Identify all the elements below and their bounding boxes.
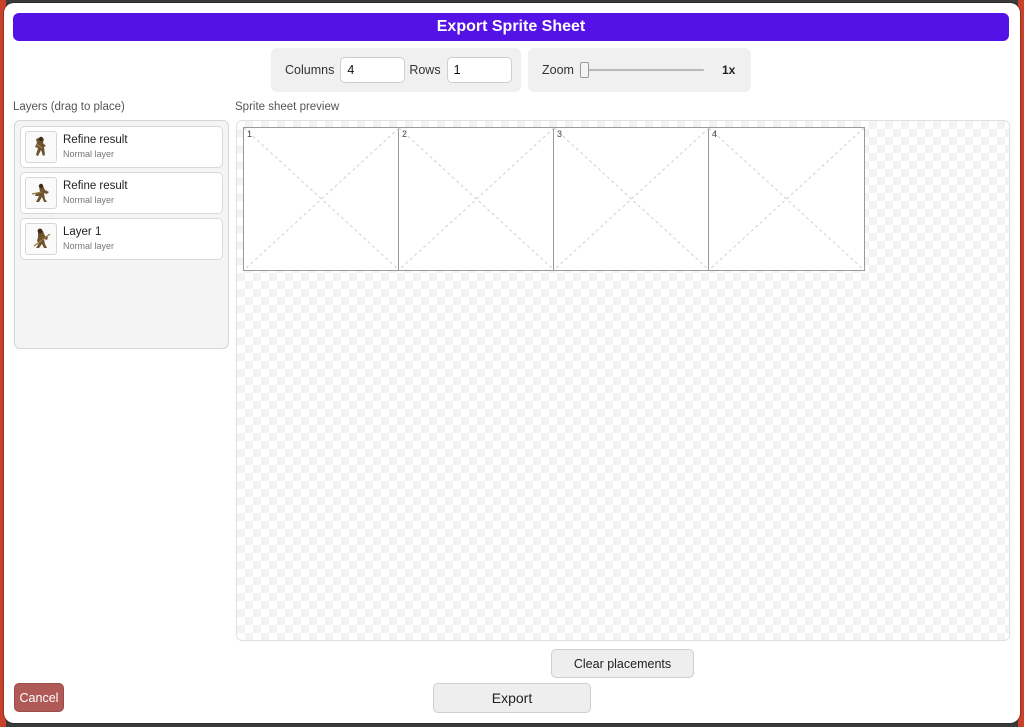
columns-input[interactable]: 4: [340, 57, 406, 83]
zoom-panel: Zoom 1x: [528, 48, 751, 92]
sprite-cell[interactable]: 2: [399, 128, 554, 270]
cell-number: 4: [712, 129, 718, 139]
layer-item[interactable]: Refine result Normal layer: [20, 172, 223, 214]
sprite-thumbnail-icon: [25, 177, 57, 209]
layer-type: Normal layer: [63, 241, 115, 251]
cancel-button[interactable]: Cancel: [14, 683, 64, 712]
export-sprite-sheet-dialog: Export Sprite Sheet Columns 4 Rows 1 Zoo…: [4, 3, 1020, 723]
export-button[interactable]: Export: [433, 683, 591, 713]
rows-label: Rows: [409, 63, 441, 77]
grid-settings-panel: Columns 4 Rows 1: [271, 48, 521, 92]
preview-section-label: Sprite sheet preview: [235, 101, 340, 113]
sprite-thumbnail-icon: [25, 223, 57, 255]
layers-list: Refine result Normal layer Refine result…: [14, 120, 229, 349]
layer-type: Normal layer: [63, 195, 115, 205]
sprite-grid: 1 2 3 4: [243, 127, 865, 271]
sprite-sheet-preview[interactable]: 1 2 3 4: [236, 120, 1010, 641]
clear-placements-button[interactable]: Clear placements: [551, 649, 694, 678]
cell-number: 2: [402, 129, 408, 139]
cell-number: 1: [247, 129, 253, 139]
layer-name: Refine result: [63, 180, 128, 192]
empty-cell-cross-icon: [554, 128, 709, 270]
empty-cell-cross-icon: [399, 128, 554, 270]
layer-name: Refine result: [63, 134, 128, 146]
cell-number: 3: [557, 129, 563, 139]
sprite-thumbnail-icon: [25, 131, 57, 163]
zoom-label: Zoom: [542, 63, 574, 77]
empty-cell-cross-icon: [244, 128, 399, 270]
zoom-slider[interactable]: [579, 62, 704, 78]
layers-section-label: Layers (drag to place): [13, 101, 125, 113]
layer-item[interactable]: Refine result Normal layer: [20, 126, 223, 168]
zoom-value: 1x: [721, 63, 736, 77]
layer-item[interactable]: Layer 1 Normal layer: [20, 218, 223, 260]
rows-input[interactable]: 1: [446, 57, 512, 83]
zoom-slider-thumb[interactable]: [579, 62, 589, 78]
columns-label: Columns: [285, 63, 335, 77]
zoom-slider-track: [579, 69, 704, 71]
layer-name: Layer 1: [63, 226, 102, 238]
sprite-cell[interactable]: 3: [554, 128, 709, 270]
layer-type: Normal layer: [63, 149, 115, 159]
dialog-title: Export Sprite Sheet: [13, 13, 1009, 41]
sprite-cell[interactable]: 1: [244, 128, 399, 270]
empty-cell-cross-icon: [709, 128, 864, 270]
sprite-cell[interactable]: 4: [709, 128, 864, 270]
